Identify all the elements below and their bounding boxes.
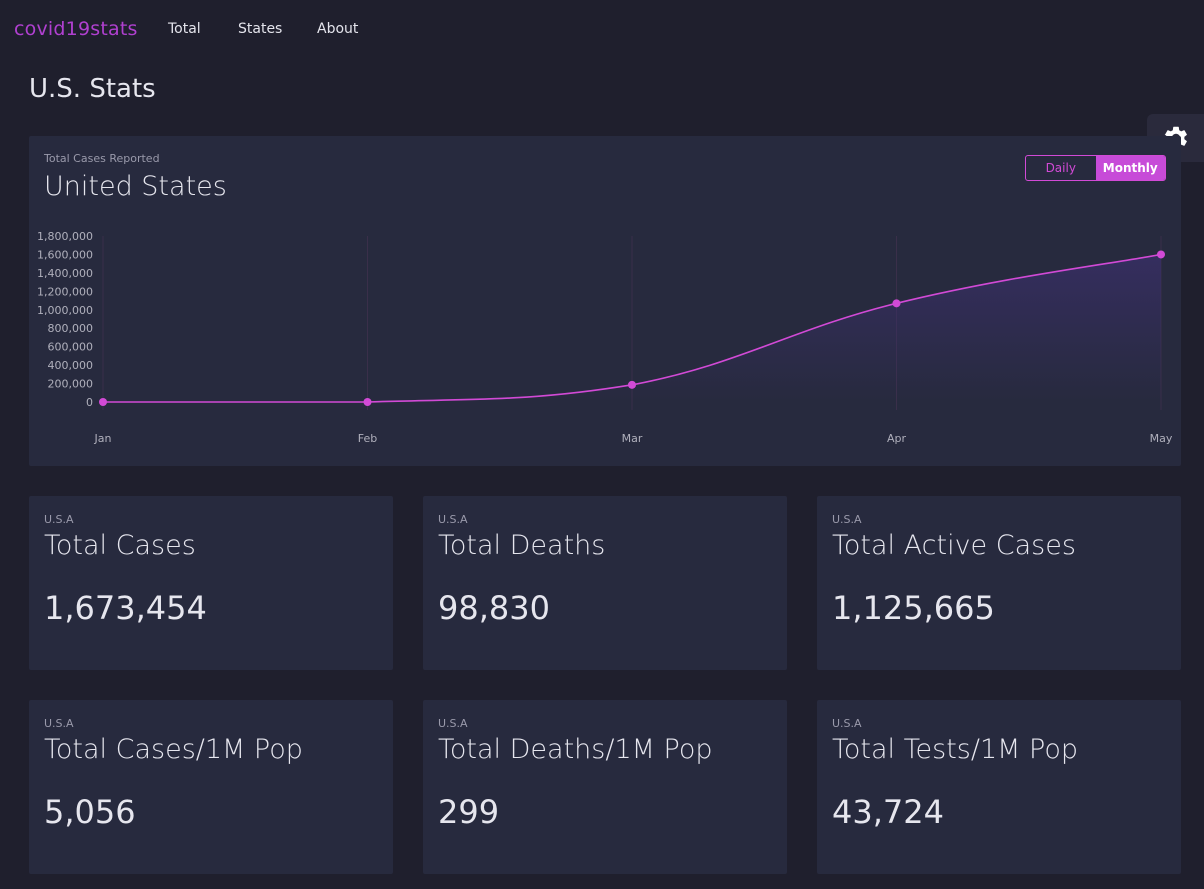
x-tick-label: Mar <box>622 432 643 445</box>
stat-value: 1,125,665 <box>832 589 995 627</box>
y-tick-label: 1,400,000 <box>37 267 93 280</box>
chart-card: Total Cases Reported United States Daily… <box>29 136 1181 466</box>
stat-card-total-active-cases: U.S.A Total Active Cases 1,125,665 <box>817 496 1181 670</box>
data-point <box>1157 250 1165 259</box>
stat-value: 1,673,454 <box>44 589 207 627</box>
stat-label: Total Tests/1M Pop <box>832 734 1079 765</box>
y-tick-label: 200,000 <box>48 378 94 391</box>
stat-card-cases-per-million: U.S.A Total Cases/1M Pop 5,056 <box>29 700 393 874</box>
stat-label: Total Cases/1M Pop <box>44 734 303 765</box>
nav-link-states[interactable]: States <box>238 21 282 37</box>
stat-label: Total Active Cases <box>832 530 1076 561</box>
stat-region: U.S.A <box>44 513 74 526</box>
stat-card-total-deaths: U.S.A Total Deaths 98,830 <box>423 496 787 670</box>
stat-label: Total Cases <box>44 530 196 561</box>
stat-value: 98,830 <box>438 589 550 627</box>
y-tick-label: 400,000 <box>48 359 94 372</box>
stat-card-total-cases: U.S.A Total Cases 1,673,454 <box>29 496 393 670</box>
y-tick-label: 0 <box>86 396 93 409</box>
stat-value: 43,724 <box>832 793 944 831</box>
y-tick-label: 1,200,000 <box>37 285 93 298</box>
data-point <box>892 299 901 308</box>
stat-label: Total Deaths/1M Pop <box>438 734 713 765</box>
x-tick-label: Jan <box>94 432 112 445</box>
top-navbar: covid19stats Total States About <box>0 0 1204 60</box>
y-tick-label: 1,800,000 <box>37 230 93 243</box>
y-tick-label: 800,000 <box>48 322 94 335</box>
data-point <box>363 397 372 406</box>
stat-region: U.S.A <box>44 717 74 730</box>
stat-region: U.S.A <box>438 717 468 730</box>
stat-value: 5,056 <box>44 793 136 831</box>
nav-link-about[interactable]: About <box>317 21 358 37</box>
x-tick-label: May <box>1150 432 1173 445</box>
data-point <box>99 397 107 406</box>
x-tick-label: Feb <box>358 432 377 445</box>
y-tick-label: 600,000 <box>48 341 94 354</box>
stat-region: U.S.A <box>832 513 862 526</box>
brand-logo[interactable]: covid19stats <box>14 18 138 40</box>
stat-region: U.S.A <box>438 513 468 526</box>
page-title: U.S. Stats <box>29 74 156 104</box>
stat-value: 299 <box>438 793 500 831</box>
y-tick-label: 1,600,000 <box>37 248 93 261</box>
stat-region: U.S.A <box>832 717 862 730</box>
x-tick-label: Apr <box>887 432 907 445</box>
nav-link-total[interactable]: Total <box>168 21 201 37</box>
data-point <box>628 380 636 389</box>
stat-card-tests-per-million: U.S.A Total Tests/1M Pop 43,724 <box>817 700 1181 874</box>
y-tick-label: 1,000,000 <box>37 304 93 317</box>
stat-card-deaths-per-million: U.S.A Total Deaths/1M Pop 299 <box>423 700 787 874</box>
stat-label: Total Deaths <box>438 530 606 561</box>
cases-line-chart: 0 200,000 400,000 600,000 800,000 1,000,000 1,… <box>37 230 1173 445</box>
